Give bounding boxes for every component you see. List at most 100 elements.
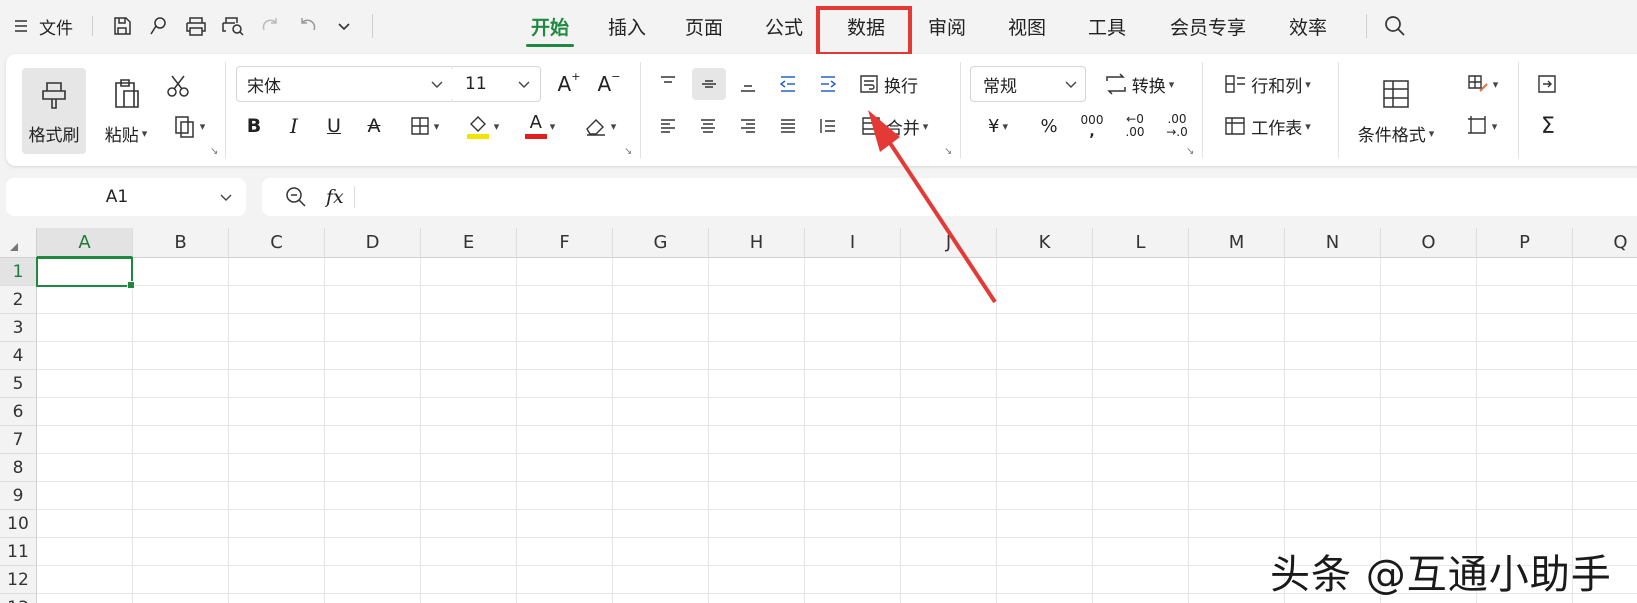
shrink-font-button[interactable]: A − bbox=[594, 68, 624, 100]
cell-c3[interactable] bbox=[229, 314, 325, 342]
cell-d13[interactable] bbox=[325, 594, 421, 603]
cell-q8[interactable] bbox=[1573, 454, 1637, 482]
cell-o7[interactable] bbox=[1381, 426, 1477, 454]
cell-h10[interactable] bbox=[709, 510, 805, 538]
cell-m9[interactable] bbox=[1189, 482, 1285, 510]
column-header-k[interactable]: K bbox=[997, 228, 1093, 258]
column-header-m[interactable]: M bbox=[1189, 228, 1285, 258]
cell-l5[interactable] bbox=[1093, 370, 1189, 398]
justify-button[interactable] bbox=[772, 110, 804, 142]
cell-a12[interactable] bbox=[37, 566, 133, 594]
cell-j4[interactable] bbox=[901, 342, 997, 370]
table-border-button[interactable]: ▾ bbox=[1458, 110, 1506, 142]
column-header-o[interactable]: O bbox=[1381, 228, 1477, 258]
cell-j13[interactable] bbox=[901, 594, 997, 603]
cell-l8[interactable] bbox=[1093, 454, 1189, 482]
cell-e4[interactable] bbox=[421, 342, 517, 370]
thousands-separator-button[interactable]: 000 , bbox=[1074, 110, 1110, 142]
cell-i10[interactable] bbox=[805, 510, 901, 538]
cell-j6[interactable] bbox=[901, 398, 997, 426]
cell-a11[interactable] bbox=[37, 538, 133, 566]
cell-h5[interactable] bbox=[709, 370, 805, 398]
cell-l1[interactable] bbox=[1093, 258, 1189, 286]
chevron-down-icon[interactable] bbox=[332, 12, 356, 40]
cell-n7[interactable] bbox=[1285, 426, 1381, 454]
cell-n5[interactable] bbox=[1285, 370, 1381, 398]
cell-g13[interactable] bbox=[613, 594, 709, 603]
wrap-text-button[interactable]: 换行 bbox=[852, 68, 924, 100]
cell-d6[interactable] bbox=[325, 398, 421, 426]
cell-h8[interactable] bbox=[709, 454, 805, 482]
cell-j5[interactable] bbox=[901, 370, 997, 398]
cell-e1[interactable] bbox=[421, 258, 517, 286]
cell-g1[interactable] bbox=[613, 258, 709, 286]
cell-o10[interactable] bbox=[1381, 510, 1477, 538]
cell-q9[interactable] bbox=[1573, 482, 1637, 510]
cell-k9[interactable] bbox=[997, 482, 1093, 510]
hamburger-icon[interactable] bbox=[10, 12, 32, 40]
percent-button[interactable]: % bbox=[1032, 110, 1066, 142]
cell-n4[interactable] bbox=[1285, 342, 1381, 370]
print-icon[interactable] bbox=[182, 12, 210, 40]
font-name-combo[interactable]: 宋体 bbox=[236, 66, 454, 102]
cell-b9[interactable] bbox=[133, 482, 229, 510]
tab-view[interactable]: 视图 bbox=[998, 10, 1056, 42]
cell-q3[interactable] bbox=[1573, 314, 1637, 342]
print-preview-icon[interactable] bbox=[218, 12, 248, 40]
cell-b2[interactable] bbox=[133, 286, 229, 314]
chevron-down-icon[interactable]: ▾ bbox=[611, 120, 617, 133]
grow-font-button[interactable]: A + bbox=[554, 68, 584, 100]
cell-n1[interactable] bbox=[1285, 258, 1381, 286]
align-top-button[interactable] bbox=[652, 68, 684, 100]
align-left-button[interactable] bbox=[652, 110, 684, 142]
cell-k13[interactable] bbox=[997, 594, 1093, 603]
cell-f7[interactable] bbox=[517, 426, 613, 454]
chevron-down-icon[interactable] bbox=[218, 189, 234, 205]
cell-k7[interactable] bbox=[997, 426, 1093, 454]
cell-o8[interactable] bbox=[1381, 454, 1477, 482]
cell-i5[interactable] bbox=[805, 370, 901, 398]
dialog-launcher-icon[interactable]: ↘ bbox=[944, 146, 952, 157]
cell-k11[interactable] bbox=[997, 538, 1093, 566]
cell-i1[interactable] bbox=[805, 258, 901, 286]
tab-member[interactable]: 会员专享 bbox=[1160, 10, 1256, 42]
cell-i12[interactable] bbox=[805, 566, 901, 594]
cell-b13[interactable] bbox=[133, 594, 229, 603]
cell-g6[interactable] bbox=[613, 398, 709, 426]
cell-p10[interactable] bbox=[1477, 510, 1573, 538]
cell-m1[interactable] bbox=[1189, 258, 1285, 286]
cell-i6[interactable] bbox=[805, 398, 901, 426]
cell-p1[interactable] bbox=[1477, 258, 1573, 286]
cell-l7[interactable] bbox=[1093, 426, 1189, 454]
tab-page[interactable]: 页面 bbox=[675, 10, 733, 42]
cell-i8[interactable] bbox=[805, 454, 901, 482]
worksheet-button[interactable]: 工作表 ▾ bbox=[1212, 110, 1322, 142]
cell-d5[interactable] bbox=[325, 370, 421, 398]
bold-button[interactable]: B bbox=[240, 110, 268, 142]
cell-i9[interactable] bbox=[805, 482, 901, 510]
chevron-down-icon[interactable]: ▾ bbox=[434, 120, 440, 133]
cell-a13[interactable] bbox=[37, 594, 133, 603]
column-header-j[interactable]: J bbox=[901, 228, 997, 258]
cell-a9[interactable] bbox=[37, 482, 133, 510]
font-size-combo[interactable]: 11 bbox=[453, 66, 541, 102]
cell-o4[interactable] bbox=[1381, 342, 1477, 370]
cell-h1[interactable] bbox=[709, 258, 805, 286]
chevron-down-icon[interactable]: ▾ bbox=[1492, 120, 1498, 133]
name-box[interactable]: A1 bbox=[6, 178, 246, 216]
cell-e6[interactable] bbox=[421, 398, 517, 426]
cell-d12[interactable] bbox=[325, 566, 421, 594]
cell-f12[interactable] bbox=[517, 566, 613, 594]
cell-p9[interactable] bbox=[1477, 482, 1573, 510]
cell-k3[interactable] bbox=[997, 314, 1093, 342]
cell-d2[interactable] bbox=[325, 286, 421, 314]
chevron-down-icon[interactable]: ▾ bbox=[1305, 120, 1311, 133]
tab-tools[interactable]: 工具 bbox=[1078, 10, 1136, 42]
chevron-down-icon[interactable]: ▾ bbox=[1305, 78, 1311, 91]
align-middle-button[interactable] bbox=[692, 68, 726, 100]
cell-j1[interactable] bbox=[901, 258, 997, 286]
chevron-down-icon[interactable]: ▾ bbox=[494, 120, 500, 133]
cell-g9[interactable] bbox=[613, 482, 709, 510]
cell-e7[interactable] bbox=[421, 426, 517, 454]
number-format-combo[interactable]: 常规 bbox=[970, 66, 1086, 102]
